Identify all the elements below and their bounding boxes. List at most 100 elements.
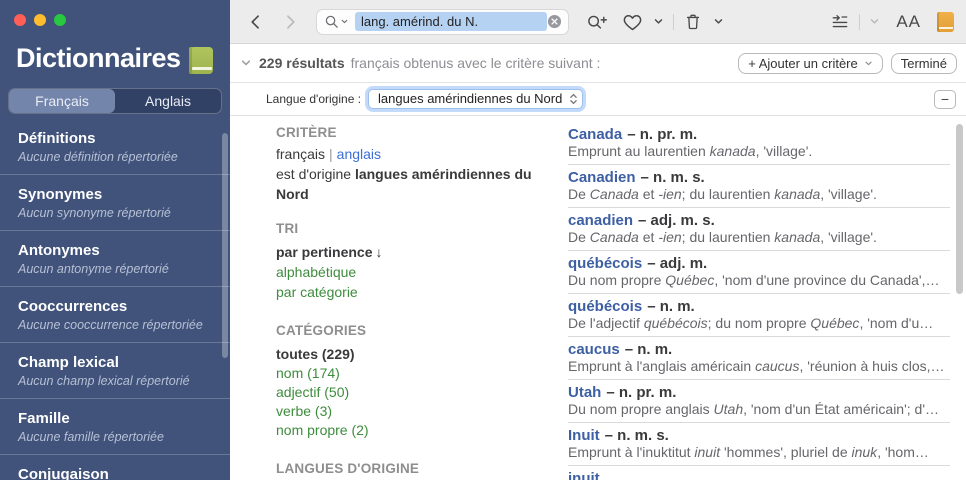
sidebar-item-title: Antonymes xyxy=(18,242,100,259)
favorites-menu-chevron[interactable] xyxy=(653,16,664,27)
languages-section-header: LANGUES D'ORIGINE xyxy=(276,461,420,476)
chevron-down-icon xyxy=(871,19,879,24)
sidebar-scrollbar[interactable] xyxy=(222,133,228,358)
headword[interactable]: caucus xyxy=(568,341,620,358)
trash-button[interactable] xyxy=(683,12,703,32)
etymology-text: Emprunt à l'inuktitut inuit 'hommes', pl… xyxy=(568,444,929,460)
headword[interactable]: inuit xyxy=(568,470,600,480)
zoom-window-button[interactable] xyxy=(54,14,66,26)
search-input[interactable]: lang. amérind. du N. xyxy=(355,12,547,31)
search-scope-menu[interactable] xyxy=(324,14,349,30)
result-entry[interactable]: québécois – n. m. De l'adjectif québécois… xyxy=(568,294,950,337)
sidebar-item[interactable]: Champ lexical Aucun champ lexical répert… xyxy=(0,343,230,399)
headword[interactable]: Canada xyxy=(568,126,622,143)
headword[interactable]: Utah xyxy=(568,384,601,401)
etymology-text: Emprunt à l'anglais américain caucus, 'r… xyxy=(568,358,945,374)
category-option[interactable]: verbe (3) xyxy=(276,402,548,421)
language-tab[interactable]: Anglais xyxy=(115,89,221,113)
headword[interactable]: Inuit xyxy=(568,427,600,444)
sidebar-item[interactable]: Définitions Aucune définition répertorié… xyxy=(0,119,230,175)
result-entry[interactable]: caucus – n. m. Emprunt à l'anglais améric… xyxy=(568,337,950,380)
trash-menu-chevron[interactable] xyxy=(713,16,724,27)
search-icon xyxy=(325,15,338,28)
search-field[interactable]: lang. amérind. du N. xyxy=(316,8,569,35)
part-of-speech: – n. m. s. xyxy=(640,169,705,186)
part-of-speech: – n. pr. m. xyxy=(606,384,677,401)
sidebar-item[interactable]: Famille Aucune famille répertoriée xyxy=(0,399,230,455)
new-search-button[interactable] xyxy=(586,12,608,32)
forward-button[interactable] xyxy=(280,12,300,32)
window-controls xyxy=(0,0,230,26)
etymology-text: De Canada et -ien; du laurentien kanada,… xyxy=(568,229,877,245)
category-option[interactable]: toutes (229) xyxy=(276,345,548,364)
result-entry[interactable]: Inuit – n. m. s. Emprunt à l'inuktitut in… xyxy=(568,423,950,466)
headword[interactable]: Canadien xyxy=(568,169,636,186)
result-entry[interactable]: Canada – n. pr. m. Emprunt au laurentien … xyxy=(568,122,950,165)
reading-list-button[interactable] xyxy=(830,12,850,32)
app-window: Dictionnaires Français Anglais Définitio… xyxy=(0,0,966,480)
sidebar-item-title: Définitions xyxy=(18,130,96,147)
remove-criterion-button[interactable]: − xyxy=(934,89,956,109)
minimize-window-button[interactable] xyxy=(34,14,46,26)
headword[interactable]: canadien xyxy=(568,212,633,229)
result-entry[interactable]: Utah – n. pr. m. Du nom propre anglais Ut… xyxy=(568,380,950,423)
heart-icon xyxy=(623,14,642,30)
add-criterion-button[interactable]: + Ajouter un critère xyxy=(738,52,883,74)
favorites-button[interactable] xyxy=(622,12,643,32)
sidebar-item[interactable]: Synonymes Aucun synonyme répertorié xyxy=(0,175,230,231)
sidebar-item-title: Famille xyxy=(18,410,70,427)
categories-section-header: CATÉGORIES xyxy=(276,323,367,338)
sidebar-item-subtitle: Aucun synonyme répertorié xyxy=(18,206,171,220)
criterion-prefix: est d'origine xyxy=(276,166,355,182)
result-entry[interactable]: Canadien – n. m. s. De Canada et -ien; du… xyxy=(568,165,950,208)
content-area: CRITÈRE français | anglais est d'origine l… xyxy=(230,116,966,480)
dictionary-book-button[interactable] xyxy=(937,11,954,32)
done-button[interactable]: Terminé xyxy=(890,52,957,74)
language-toggle-row: français | anglais xyxy=(276,144,548,164)
result-headline: Utah – n. pr. m. xyxy=(568,384,950,401)
category-option[interactable]: adjectif (50) xyxy=(276,383,548,402)
panel-menu-chevron[interactable] xyxy=(869,16,880,27)
chevron-down-icon xyxy=(654,19,663,24)
sidebar-item-subtitle: Aucun antonyme répertorié xyxy=(18,262,169,276)
origin-language-select[interactable]: langues amérindiennes du Nord xyxy=(368,89,584,109)
language-french-link[interactable]: français xyxy=(276,146,325,162)
result-headline: Canada – n. pr. m. xyxy=(568,126,950,143)
sidebar-item[interactable]: Cooccurrences Aucune cooccurrence répert… xyxy=(0,287,230,343)
language-tab[interactable]: Français xyxy=(9,89,115,113)
sort-option[interactable]: par pertinence ↓ xyxy=(276,242,548,262)
sort-option[interactable]: par catégorie xyxy=(276,282,548,302)
sort-option-label: alphabétique xyxy=(276,264,357,280)
language-english-link[interactable]: anglais xyxy=(337,146,381,162)
sort-option[interactable]: alphabétique xyxy=(276,262,548,282)
criterion-row: Langue d'origine : langues amérindiennes… xyxy=(230,83,966,116)
green-book-icon xyxy=(188,47,213,74)
etymology-text: De l'adjectif québécois; du nom propre Q… xyxy=(568,315,934,331)
category-option[interactable]: nom (174) xyxy=(276,364,548,383)
etymology-text: Du nom propre anglais Utah, 'nom d'un Ét… xyxy=(568,401,939,417)
clear-search-icon[interactable] xyxy=(547,14,562,29)
result-entry[interactable]: canadien – adj. m. s. De Canada et -ien; … xyxy=(568,208,950,251)
toolbar-divider xyxy=(859,13,861,30)
results-scrollbar[interactable] xyxy=(956,124,963,294)
result-entry[interactable]: québécois – adj. m. Du nom propre Québec,… xyxy=(568,251,950,294)
sidebar-item[interactable]: Antonymes Aucun antonyme répertorié xyxy=(0,231,230,287)
collapse-results-chevron[interactable] xyxy=(240,57,252,69)
result-headline: québécois – adj. m. xyxy=(568,255,950,272)
sort-direction-arrow: ↓ xyxy=(375,244,383,260)
select-stepper-icon xyxy=(568,92,579,106)
origin-language-value: langues amérindiennes du Nord xyxy=(378,91,563,106)
headword[interactable]: québécois xyxy=(568,255,642,272)
close-window-button[interactable] xyxy=(14,14,26,26)
category-option[interactable]: nom propre (2) xyxy=(276,421,548,440)
add-criterion-label: + Ajouter un critère xyxy=(748,55,858,71)
headword[interactable]: québécois xyxy=(568,298,642,315)
back-button[interactable] xyxy=(246,12,266,32)
sidebar-item[interactable]: Conjugaison Aucune conjugaison xyxy=(0,455,230,480)
results-list: Canada – n. pr. m. Emprunt au laurentien … xyxy=(568,122,950,480)
main-area: lang. amérind. du N. AA 229 résultats fr… xyxy=(230,0,966,480)
part-of-speech: – n. m. s. xyxy=(604,427,669,444)
text-size-button[interactable]: AA xyxy=(896,12,921,32)
result-entry[interactable]: inuit xyxy=(568,466,950,480)
criterion-description: est d'origine langues amérindiennes du N… xyxy=(276,164,548,204)
